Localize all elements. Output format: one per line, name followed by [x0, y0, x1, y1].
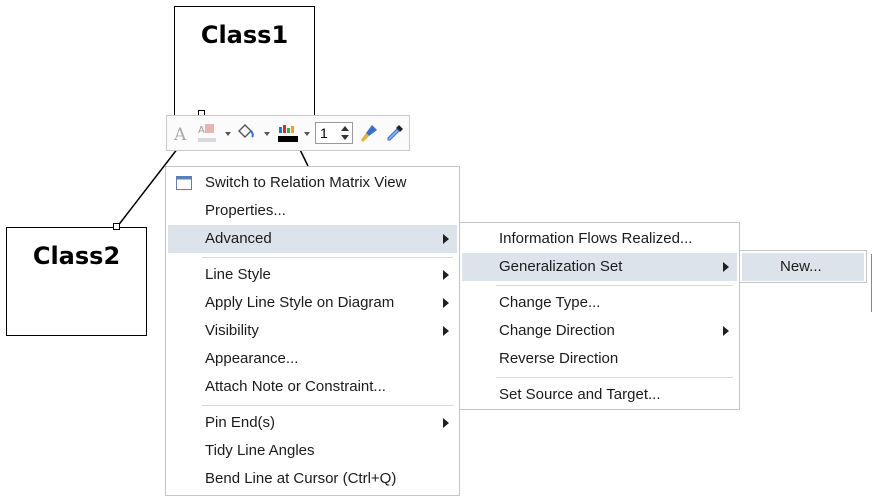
fill-color-dropdown-arrow[interactable]: [264, 132, 270, 136]
menu-item-visibility[interactable]: Visibility: [168, 317, 457, 345]
menu-item-set-source-target[interactable]: Set Source and Target...: [462, 381, 737, 409]
font-icon[interactable]: A: [170, 116, 192, 150]
menu-separator: [496, 285, 733, 286]
menu-separator: [202, 405, 453, 406]
menu-item-label: Attach Note or Constraint...: [205, 378, 386, 395]
matrix-view-icon: [176, 176, 192, 190]
line-width-value: 1: [320, 125, 328, 141]
menu-item-change-type[interactable]: Change Type...: [462, 289, 737, 317]
menu-item-label: Visibility: [205, 322, 259, 339]
menu-item-label: Line Style: [205, 266, 271, 283]
menu-separator: [496, 377, 733, 378]
class1-name: Class1: [200, 21, 289, 49]
menu-item-pin-ends[interactable]: Pin End(s): [168, 409, 457, 437]
menu-item-information-flows[interactable]: Information Flows Realized...: [462, 225, 737, 253]
menu-item-appearance[interactable]: Appearance...: [168, 345, 457, 373]
stepper-down-icon[interactable]: [341, 135, 349, 140]
window-edge: [871, 254, 872, 312]
menu-item-label: New...: [780, 258, 822, 275]
menu-item-label: Change Direction: [499, 322, 615, 339]
svg-text:A: A: [173, 125, 187, 142]
menu-item-switch-relation-matrix[interactable]: Switch to Relation Matrix View: [168, 169, 457, 197]
menu-item-label: Generalization Set: [499, 258, 623, 275]
menu-item-label: Tidy Line Angles: [205, 442, 315, 459]
menu-item-label: Properties...: [205, 202, 286, 219]
menu-item-label: Advanced: [205, 230, 272, 247]
menu-item-label: Apply Line Style on Diagram: [205, 294, 395, 311]
menu-item-properties[interactable]: Properties...: [168, 197, 457, 225]
submenu-arrow-icon: [443, 270, 449, 280]
generalization-set-submenu: New...: [739, 250, 867, 283]
class2-box[interactable]: Class2: [6, 227, 147, 336]
submenu-arrow-icon: [443, 326, 449, 336]
menu-item-label: Appearance...: [205, 350, 299, 367]
menu-separator: [202, 257, 453, 258]
line-color-dropdown-arrow[interactable]: [304, 132, 310, 136]
fill-color-icon[interactable]: [234, 116, 260, 150]
menu-item-bend-line[interactable]: Bend Line at Cursor (Ctrl+Q): [168, 465, 457, 493]
line-color-icon[interactable]: [275, 116, 301, 150]
menu-item-label: Information Flows Realized...: [499, 230, 693, 247]
stepper-up-icon[interactable]: [341, 126, 349, 131]
menu-item-label: Bend Line at Cursor (Ctrl+Q): [205, 470, 397, 487]
menu-item-label: Reverse Direction: [499, 350, 619, 367]
menu-item-apply-line-style[interactable]: Apply Line Style on Diagram: [168, 289, 457, 317]
submenu-arrow-icon: [443, 298, 449, 308]
format-toolbar: A A 1: [166, 115, 410, 151]
menu-item-advanced[interactable]: Advanced: [168, 225, 457, 253]
menu-item-label: Set Source and Target...: [499, 386, 661, 403]
menu-item-reverse-direction[interactable]: Reverse Direction: [462, 345, 737, 373]
submenu-arrow-icon: [723, 326, 729, 336]
menu-item-tidy-line-angles[interactable]: Tidy Line Angles: [168, 437, 457, 465]
menu-item-line-style[interactable]: Line Style: [168, 261, 457, 289]
menu-item-label: Change Type...: [499, 294, 601, 311]
class1-box[interactable]: Class1: [174, 6, 315, 116]
submenu-arrow-icon: [443, 234, 449, 244]
text-color-icon[interactable]: A: [194, 116, 220, 150]
text-color-dropdown-arrow[interactable]: [225, 132, 231, 136]
class2-name: Class2: [32, 242, 121, 270]
menu-item-label: Pin End(s): [205, 414, 276, 431]
menu-item-generalization-set[interactable]: Generalization Set: [462, 253, 737, 281]
connector-end-handle[interactable]: [113, 223, 120, 230]
format-painter-icon[interactable]: [357, 116, 381, 150]
svg-text:A: A: [198, 125, 205, 136]
line-width-stepper[interactable]: 1: [315, 122, 353, 144]
submenu-arrow-icon: [723, 262, 729, 272]
context-menu: Switch to Relation Matrix View Propertie…: [165, 166, 460, 496]
menu-item-attach-note[interactable]: Attach Note or Constraint...: [168, 373, 457, 401]
color-picker-icon[interactable]: [383, 116, 407, 150]
menu-item-new[interactable]: New...: [742, 253, 864, 281]
advanced-submenu: Information Flows Realized... Generaliza…: [459, 222, 740, 410]
submenu-arrow-icon: [443, 418, 449, 428]
menu-item-label: Switch to Relation Matrix View: [205, 174, 407, 191]
menu-item-change-direction[interactable]: Change Direction: [462, 317, 737, 345]
